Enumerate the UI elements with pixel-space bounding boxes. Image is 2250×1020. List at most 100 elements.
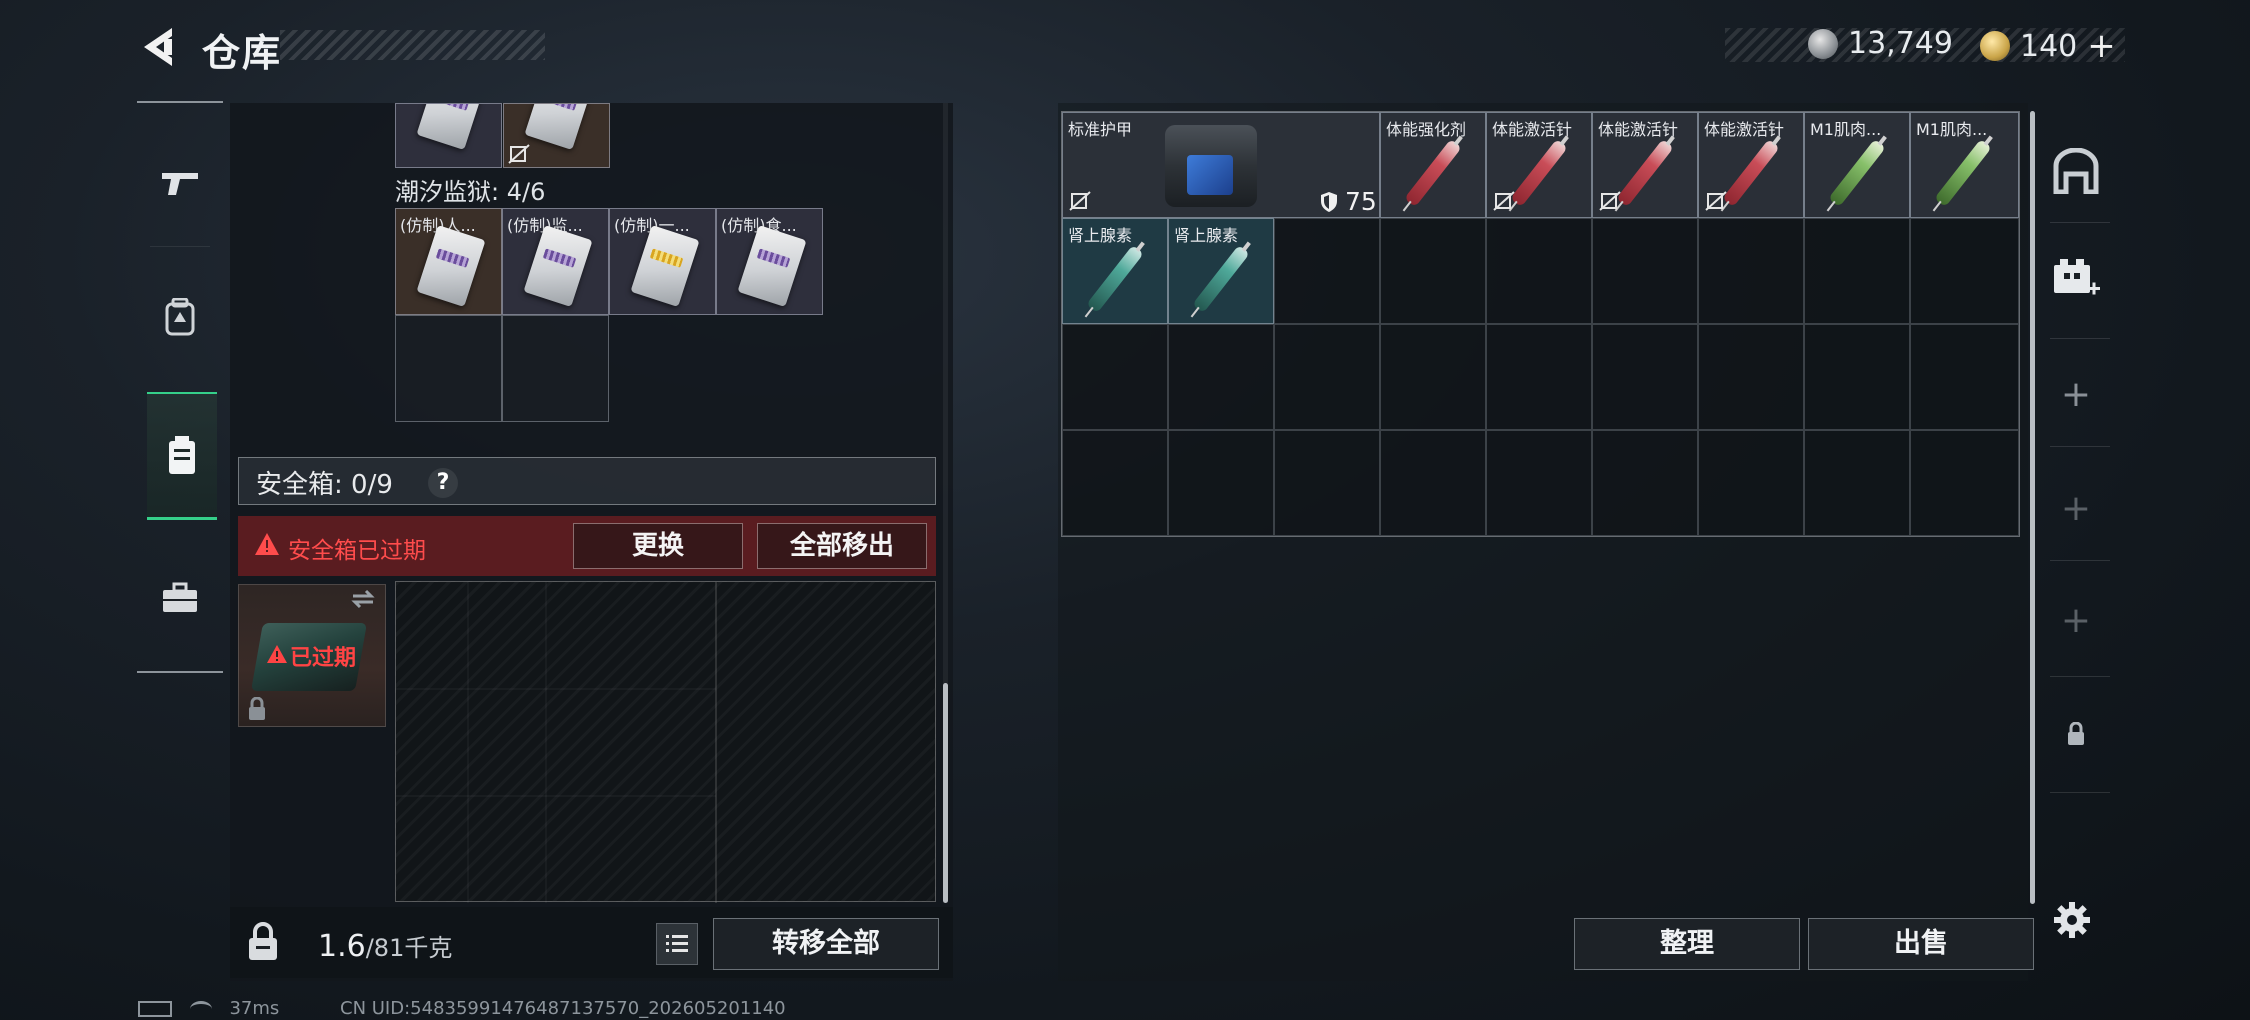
nav-weapon[interactable] [137,118,223,246]
silver-coin-icon [1808,28,1838,59]
card-item-image [737,224,807,308]
right-scrollbar[interactable] [2030,111,2035,904]
sort-button[interactable]: 整理 [1574,918,1800,970]
sidebar-add-slot[interactable]: + [2040,354,2112,434]
stim-item[interactable]: 体能激活针 [1592,112,1698,218]
empty-slot[interactable] [1592,218,1698,324]
empty-slot[interactable] [1698,218,1804,324]
empty-slot[interactable] [1592,430,1698,536]
item-cell-partial[interactable] [503,103,610,168]
item-name: M1肌肉... [1916,120,1988,139]
card-item-image [524,104,594,151]
empty-slot[interactable] [1804,218,1910,324]
item-name: 体能激活针 [1492,120,1573,139]
add-container-icon [2054,259,2100,295]
safebox-grid[interactable] [395,581,936,903]
item-cell-partial[interactable] [395,103,502,168]
safebox-icon [169,435,195,474]
stim-item[interactable]: 体能激活针 [1698,112,1804,218]
nav-briefcase[interactable] [137,534,223,662]
red-syringe-image [1616,138,1674,208]
swap-icon[interactable] [349,588,377,610]
sell-button[interactable]: 出售 [1808,918,2034,970]
empty-slot[interactable] [502,315,609,422]
red-syringe-image [1722,138,1780,208]
empty-slot[interactable] [1274,430,1380,536]
empty-slot[interactable] [1910,324,2019,430]
empty-slot[interactable] [1380,324,1486,430]
wifi-icon [189,1001,212,1017]
safebox-grid-lines [396,582,717,903]
list-view-button[interactable] [656,923,698,965]
replace-button[interactable]: 更换 [573,523,743,569]
empty-slot[interactable] [1698,430,1804,536]
safebox-expired-text: 安全箱已过期 [288,538,426,564]
sidebar-locked-slot [2040,694,2112,774]
nav-backpack[interactable] [137,254,223,382]
gear-icon[interactable] [2052,900,2092,940]
add-gold-button[interactable]: + [2087,26,2116,66]
weight-display: 1.6/81千克 [318,928,452,964]
stim-item[interactable]: M1肌肉... [1910,112,2019,218]
empty-slot[interactable] [1168,430,1274,536]
empty-slot[interactable] [1804,324,1910,430]
empty-slot[interactable] [1486,430,1592,536]
prison-item[interactable]: (仿制)食... [716,208,823,315]
empty-slot[interactable] [395,315,502,422]
transfer-all-button[interactable]: 转移全部 [713,918,939,970]
item-name: 标准护甲 [1068,120,1133,139]
nav-safebox[interactable] [147,392,217,520]
empty-slot[interactable] [1380,218,1486,324]
teal-syringe-image [1192,244,1250,314]
remove-all-button[interactable]: 全部移出 [757,523,927,569]
empty-slot[interactable] [1910,430,2019,536]
empty-slot[interactable] [1486,218,1592,324]
stim-item[interactable]: 体能强化剂 [1380,112,1486,218]
prison-item[interactable]: (仿制)人... [395,208,502,315]
empty-slot[interactable] [1062,324,1168,430]
help-icon[interactable]: ? [428,468,458,498]
empty-slot[interactable] [1168,324,1274,430]
no-sell-icon [1705,191,1727,211]
empty-slot[interactable] [1910,218,2019,324]
empty-slot[interactable] [1062,430,1168,536]
empty-slot[interactable] [1804,430,1910,536]
teal-syringe-image [1086,244,1144,314]
sidebar-add-slot[interactable]: + [2040,580,2112,660]
stim-item[interactable]: M1肌肉... [1804,112,1910,218]
red-syringe-image [1510,138,1568,208]
shield-icon [1321,192,1337,212]
safebox-capacity-label: 安全箱: 0/9 [256,470,393,500]
stim-item[interactable]: 肾上腺素 [1168,218,1274,324]
item-name: 体能激活针 [1598,120,1679,139]
stim-item[interactable]: 体能激活针 [1486,112,1592,218]
silver-currency: 13,749 [1808,26,1953,61]
prison-item[interactable]: (仿制)一... [609,208,716,315]
stash-grid[interactable]: 标准护甲 75 体能强化剂 体能激活针 体能激活针 体能激活针 M1肌肉... … [1061,111,2020,537]
empty-slot[interactable] [1592,324,1698,430]
warning-icon [267,645,287,663]
empty-slot[interactable] [1274,218,1380,324]
weight-max: /81千克 [365,934,453,962]
left-scrollbar[interactable] [943,683,948,903]
sidebar-divider [2050,446,2110,447]
sidebar-add-slot[interactable]: + [2040,468,2112,548]
title-decoration [280,30,545,60]
item-name: M1肌肉... [1810,120,1882,139]
gold-currency[interactable]: 140 + [1980,26,2116,66]
empty-slot[interactable] [1698,324,1804,430]
gold-amount: 140 [2020,28,2078,64]
green-syringe-image [1828,138,1886,208]
empty-slot[interactable] [1274,324,1380,430]
sidebar-add-container[interactable] [2040,238,2112,318]
empty-slot[interactable] [1380,430,1486,536]
sidebar-stash-tab[interactable] [2040,131,2112,211]
item-name: 肾上腺素 [1174,226,1239,245]
stim-item[interactable]: 肾上腺素 [1062,218,1168,324]
empty-slot[interactable] [1486,324,1592,430]
network-status: 37ms [138,998,279,1019]
silver-amount: 13,749 [1848,26,1953,61]
armor-item[interactable]: 标准护甲 75 [1062,112,1380,218]
prison-item[interactable]: (仿制)监... [502,208,609,315]
back-arrow-icon[interactable] [136,22,186,72]
